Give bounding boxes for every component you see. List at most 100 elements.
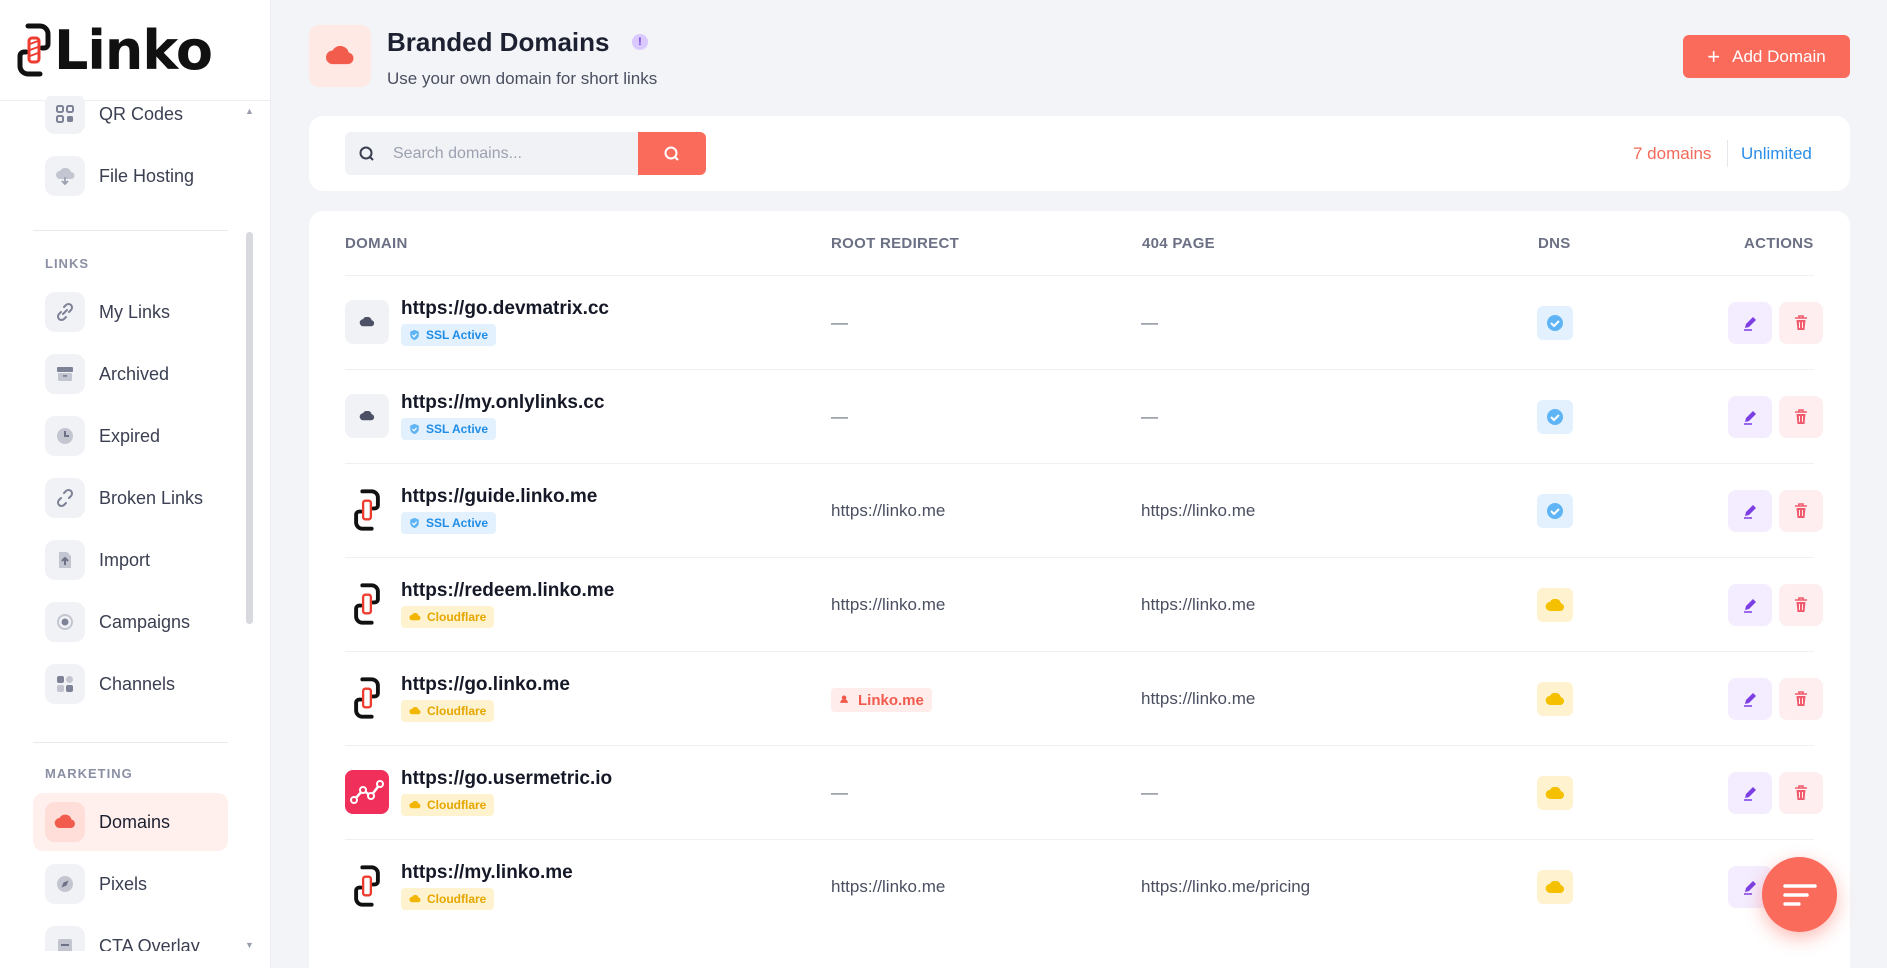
cloudflare-icon	[409, 801, 421, 809]
sidebar-item-pixels[interactable]: Pixels	[33, 855, 228, 913]
add-domain-button[interactable]: + Add Domain	[1683, 35, 1850, 78]
badge-label: Cloudflare	[427, 798, 487, 812]
not-found-page-value: https://linko.me	[1141, 595, 1256, 614]
pencil-icon	[1742, 691, 1758, 707]
sidebar-item-channels[interactable]: Channels	[33, 655, 228, 713]
dns-status	[1537, 682, 1573, 716]
status-badge: Cloudflare	[401, 794, 495, 816]
status-badge: Cloudflare	[401, 888, 495, 910]
delete-domain-button[interactable]	[1779, 584, 1823, 626]
link-icon	[45, 292, 85, 332]
linko-favicon-icon	[345, 582, 389, 626]
domain-name[interactable]: https://go.usermetric.io	[401, 768, 612, 790]
cloud-icon	[45, 802, 85, 842]
table-row: https://my.linko.me Cloudflare https://lin…	[345, 839, 1823, 933]
trash-icon	[1794, 597, 1808, 613]
search-icon	[359, 146, 374, 161]
delete-domain-button[interactable]	[1779, 678, 1823, 720]
dns-status	[1537, 494, 1573, 528]
sidebar-scrollbar[interactable]	[246, 232, 253, 624]
domain-count: 7 domains	[1633, 144, 1712, 163]
edit-domain-button[interactable]	[1728, 490, 1772, 532]
not-found-page-value: https://linko.me	[1141, 689, 1256, 708]
badge-label: Cloudflare	[427, 704, 487, 718]
pencil-icon	[1742, 315, 1758, 331]
sidebar-item-import[interactable]: Import	[33, 531, 228, 589]
delete-domain-button[interactable]	[1779, 490, 1823, 532]
compass-icon	[45, 864, 85, 904]
scroll-down-arrow-icon[interactable]: ▼	[245, 940, 254, 950]
table-row: https://my.onlylinks.cc SSL Active — —	[345, 369, 1823, 463]
cloudflare-icon	[1545, 880, 1565, 894]
info-icon[interactable]: !	[632, 34, 648, 50]
search-card: 7 domains Unlimited	[309, 116, 1850, 191]
cloud-icon	[326, 45, 354, 65]
sidebar-item-archived[interactable]: Archived	[33, 345, 228, 403]
table-row: https://go.usermetric.io Cloudflare — —	[345, 745, 1823, 839]
sidebar-item-my-links[interactable]: My Links	[33, 283, 228, 341]
cloud-upload-icon	[45, 156, 85, 196]
logo[interactable]: Linko	[0, 0, 270, 101]
header-domain: DOMAIN	[345, 235, 408, 252]
domain-name[interactable]: https://guide.linko.me	[401, 486, 597, 508]
edit-domain-button[interactable]	[1728, 678, 1772, 720]
search-box	[345, 132, 638, 175]
not-found-page-value: —	[1141, 783, 1158, 802]
scroll-up-arrow-icon[interactable]: ▲	[245, 106, 254, 116]
qr-code-icon	[45, 96, 85, 134]
status-badge: SSL Active	[401, 418, 497, 440]
pencil-icon	[1742, 503, 1758, 519]
sidebar: Linko QR Codes File Hosting LINKS My Lin…	[0, 0, 271, 968]
delete-domain-button[interactable]	[1779, 302, 1823, 344]
domain-name[interactable]: https://my.onlylinks.cc	[401, 392, 604, 414]
cloudflare-icon	[409, 707, 421, 715]
sidebar-item-campaigns[interactable]: Campaigns	[33, 593, 228, 651]
domain-name[interactable]: https://go.devmatrix.cc	[401, 298, 609, 320]
root-redirect-linko-tag[interactable]: Linko.me	[831, 688, 932, 712]
delete-domain-button[interactable]	[1779, 396, 1823, 438]
sidebar-item-qr-codes[interactable]: QR Codes	[33, 96, 228, 143]
sidebar-item-expired[interactable]: Expired	[33, 407, 228, 465]
trash-icon	[1794, 315, 1808, 331]
grid-icon	[45, 664, 85, 704]
sidebar-item-broken-links[interactable]: Broken Links	[33, 469, 228, 527]
badge-label: SSL Active	[426, 328, 489, 342]
edit-domain-button[interactable]	[1728, 772, 1772, 814]
edit-domain-button[interactable]	[1728, 584, 1772, 626]
import-icon	[45, 540, 85, 580]
cloudflare-icon	[409, 895, 421, 903]
status-badge: SSL Active	[401, 324, 497, 346]
cloudflare-icon	[409, 613, 421, 621]
linko-logo-icon	[17, 23, 51, 77]
root-redirect-value: https://linko.me	[831, 877, 946, 896]
sidebar-item-label: Campaigns	[99, 611, 191, 632]
search-input[interactable]	[393, 144, 613, 163]
search-icon	[664, 146, 679, 161]
sidebar-item-label: My Links	[99, 301, 171, 322]
archive-icon	[45, 354, 85, 394]
overlay-icon	[45, 926, 85, 951]
badge-label: SSL Active	[426, 422, 489, 436]
delete-domain-button[interactable]	[1779, 772, 1823, 814]
domain-name[interactable]: https://my.linko.me	[401, 862, 573, 884]
sidebar-item-label: Import	[99, 549, 151, 570]
root-redirect-value: —	[831, 407, 848, 426]
header-actions: ACTIONS	[1744, 235, 1814, 252]
cloudflare-icon	[1545, 692, 1565, 706]
edit-domain-button[interactable]	[1728, 396, 1772, 438]
domain-name[interactable]: https://redeem.linko.me	[401, 580, 614, 602]
domain-name[interactable]: https://go.linko.me	[401, 674, 570, 696]
badge-label: Cloudflare	[427, 610, 487, 624]
count-divider	[1727, 140, 1728, 167]
table-row: https://go.linko.me Cloudflare Linko.me htt…	[345, 651, 1823, 745]
root-redirect-value: https://linko.me	[831, 501, 946, 520]
sidebar-item-domains[interactable]: Domains	[33, 793, 228, 851]
linko-mini-icon	[839, 692, 853, 709]
search-button[interactable]	[638, 132, 706, 175]
sidebar-item-file-hosting[interactable]: File Hosting	[33, 147, 228, 205]
edit-domain-button[interactable]	[1728, 302, 1772, 344]
section-title-marketing: MARKETING	[45, 766, 133, 781]
sidebar-item-cta-overlay[interactable]: CTA Overlay	[33, 917, 228, 951]
menu-icon	[1782, 883, 1817, 906]
menu-fab-button[interactable]	[1762, 857, 1837, 932]
